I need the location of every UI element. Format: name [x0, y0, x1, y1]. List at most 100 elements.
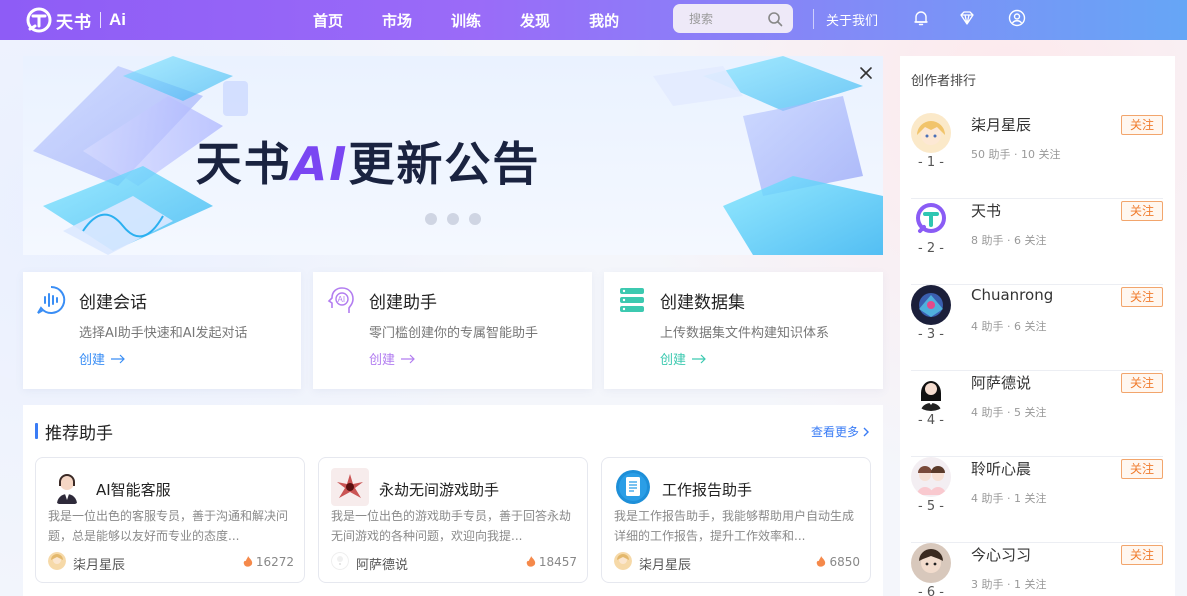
creator-avatar — [911, 285, 951, 325]
rank-number: - 4 - — [918, 413, 944, 428]
search-icon[interactable] — [767, 11, 783, 27]
close-icon[interactable] — [859, 66, 873, 80]
action-title: 创建会话 — [79, 293, 147, 313]
diamond-icon[interactable] — [958, 9, 976, 27]
creator-avatar — [911, 457, 951, 497]
assistant-name: AI智能客服 — [96, 481, 171, 499]
flame-icon — [526, 556, 536, 567]
assistant-desc: 我是一位出色的游戏助手专员，善于回答永劫无间游戏的各种问题，欢迎向我提... — [331, 509, 572, 543]
bell-icon[interactable] — [912, 9, 930, 27]
assistant-name: 工作报告助手 — [662, 481, 753, 499]
main-menu: 首页 市场 训练 发现 我的 — [313, 0, 658, 40]
search-box[interactable] — [673, 4, 793, 33]
heat-count: 6850 — [816, 555, 860, 569]
rank-number: - 5 - — [918, 499, 944, 514]
svg-text:AI: AI — [338, 295, 346, 304]
carousel-dot[interactable] — [425, 213, 437, 225]
author-name: 柒月星辰 — [639, 558, 692, 573]
create-link-label: 创建 — [660, 353, 687, 368]
section-title: 推荐助手 — [45, 424, 113, 444]
rank-number: - 3 - — [918, 327, 944, 342]
arrow-right-icon — [111, 354, 125, 363]
ranking-item[interactable]: - 1 - 柒月星辰 50 助手 · 10 关注 关注 — [911, 113, 1163, 199]
rank-number: - 6 - — [918, 585, 944, 596]
action-card-create-chat[interactable]: 创建会话 选择AI助手快速和AI发起对话 创建 — [23, 272, 301, 389]
action-card-create-assistant[interactable]: AI 创建助手 零门槛创建你的专属智能助手 创建 — [313, 272, 592, 389]
banner-title-post: 更新公告 — [348, 137, 541, 191]
banner-title-pre: 天书 — [195, 137, 292, 191]
action-card-create-dataset[interactable]: 创建数据集 上传数据集文件构建知识体系 创建 — [604, 272, 883, 389]
creator-stats: 4 助手 · 1 关注 — [971, 492, 1047, 505]
create-link[interactable]: 创建 — [79, 349, 126, 368]
follow-button[interactable]: 关注 — [1121, 545, 1163, 565]
create-link[interactable]: 创建 — [660, 349, 707, 368]
view-more-link[interactable]: 查看更多 — [811, 423, 870, 440]
carousel-dot[interactable] — [447, 213, 459, 225]
creator-stats: 4 助手 · 5 关注 — [971, 406, 1047, 419]
ranking-item[interactable]: - 3 - Chuanrong 4 助手 · 6 关注 关注 — [911, 285, 1163, 371]
follow-button[interactable]: 关注 — [1121, 201, 1163, 221]
creator-ranking: 创作者排行 - 1 - 柒月星辰 50 助手 · 10 关注 关注 - 2 - … — [900, 56, 1175, 596]
creator-stats: 3 助手 · 1 关注 — [971, 578, 1047, 591]
assistant-card[interactable]: 永劫无间游戏助手 我是一位出色的游戏助手专员，善于回答永劫无间游戏的各种问题，欢… — [318, 457, 588, 583]
creator-stats: 50 助手 · 10 关注 — [971, 148, 1061, 161]
action-desc: 选择AI助手快速和AI发起对话 — [79, 326, 248, 341]
follow-button[interactable]: 关注 — [1121, 373, 1163, 393]
logo[interactable]: 天书 Ai — [26, 5, 126, 35]
creator-stats: 8 助手 · 6 关注 — [971, 234, 1047, 247]
assistant-card[interactable]: AI智能客服 我是一位出色的客服专员，善于沟通和解决问题，总是能够以友好而专业的… — [35, 457, 305, 583]
creator-name: 天书 — [971, 202, 1002, 220]
creator-avatar — [911, 543, 951, 583]
creator-name: 今心习习 — [971, 546, 1032, 564]
top-nav: 天书 Ai 首页 市场 训练 发现 我的 关于我们 — [0, 0, 1187, 40]
author-avatar — [48, 552, 66, 570]
assistant-name: 永劫无间游戏助手 — [379, 481, 500, 499]
nav-divider — [813, 9, 814, 29]
action-desc: 上传数据集文件构建知识体系 — [660, 326, 830, 341]
creator-avatar — [911, 113, 951, 153]
about-us-link[interactable]: 关于我们 — [826, 10, 878, 29]
author-avatar — [614, 552, 632, 570]
action-title: 创建数据集 — [660, 293, 745, 313]
announcement-banner[interactable]: 天书AI更新公告 — [23, 56, 883, 255]
ai-head-icon: AI — [327, 287, 354, 313]
action-desc: 零门槛创建你的专属智能助手 — [369, 326, 539, 341]
ranking-item[interactable]: - 5 - 聆听心晨 4 助手 · 1 关注 关注 — [911, 457, 1163, 543]
create-link-label: 创建 — [79, 353, 106, 368]
search-input[interactable] — [689, 11, 759, 26]
ranking-item[interactable]: - 4 - 阿萨德说 4 助手 · 5 关注 关注 — [911, 371, 1163, 457]
view-more-label: 查看更多 — [810, 425, 859, 439]
follow-button[interactable]: 关注 — [1121, 459, 1163, 479]
assistant-card[interactable]: 工作报告助手 我是工作报告助手，我能够帮助用户自动生成详细的工作报告，提升工作效… — [601, 457, 871, 583]
author-name: 柒月星辰 — [73, 558, 126, 573]
chevron-right-icon — [863, 427, 869, 436]
ranking-item[interactable]: - 2 - 天书 8 助手 · 6 关注 关注 — [911, 199, 1163, 285]
creator-name: 柒月星辰 — [971, 116, 1032, 134]
user-circle-icon[interactable] — [1008, 9, 1026, 27]
menu-item-home[interactable]: 首页 — [313, 10, 343, 31]
ranking-item[interactable]: - 6 - 今心习习 3 助手 · 1 关注 关注 — [911, 543, 1163, 596]
create-link[interactable]: 创建 — [369, 349, 416, 368]
creator-name: Chuanrong — [971, 286, 1054, 304]
banner-title: 天书AI更新公告 — [23, 128, 713, 194]
assistant-desc: 我是工作报告助手，我能够帮助用户自动生成详细的工作报告，提升工作效率和... — [614, 509, 855, 543]
assistant-desc: 我是一位出色的客服专员，善于沟通和解决问题，总是能够以友好而专业的态度... — [48, 509, 289, 543]
follow-button[interactable]: 关注 — [1121, 115, 1163, 135]
menu-item-market[interactable]: 市场 — [382, 10, 412, 31]
rank-number: - 1 - — [918, 155, 944, 170]
creator-name: 阿萨德说 — [971, 374, 1032, 392]
logo-text: 天书 — [56, 12, 92, 33]
menu-item-train[interactable]: 训练 — [451, 10, 481, 31]
follow-button[interactable]: 关注 — [1121, 287, 1163, 307]
heat-value: 18457 — [538, 555, 577, 569]
assistant-avatar — [331, 468, 369, 506]
menu-item-discover[interactable]: 发现 — [520, 10, 550, 31]
banner-title-ai: AI — [291, 137, 349, 191]
flame-icon — [243, 556, 253, 567]
database-icon — [620, 288, 644, 312]
menu-item-mine[interactable]: 我的 — [589, 10, 619, 31]
tianshu-logo-icon — [26, 7, 52, 33]
rank-number: - 2 - — [918, 241, 944, 256]
creator-avatar — [911, 371, 951, 411]
carousel-dot[interactable] — [469, 213, 481, 225]
